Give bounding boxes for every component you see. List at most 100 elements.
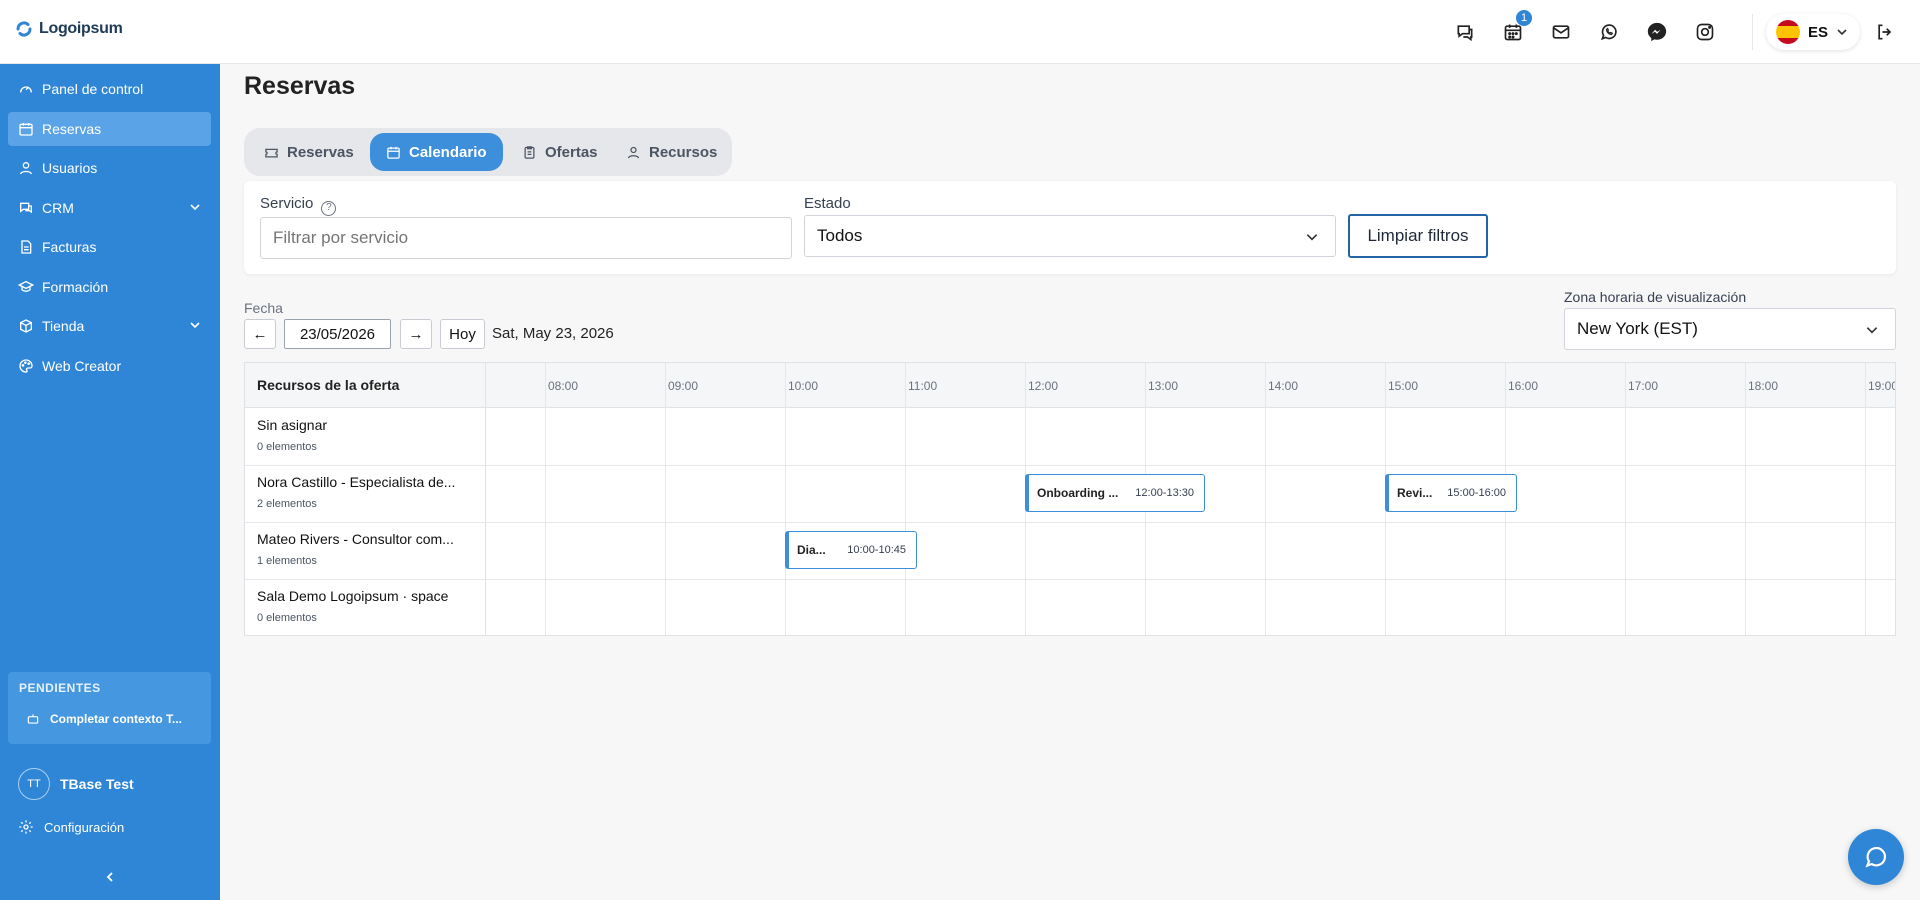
resource-name: Sin asignar [257, 417, 328, 433]
page-title: Reservas [244, 72, 356, 100]
topbar-divider [1752, 14, 1753, 50]
resource-column-divider [485, 363, 486, 635]
logout-icon[interactable] [1872, 19, 1898, 45]
clear-filters-button[interactable]: Limpiar filtros [1348, 214, 1488, 258]
hour-label: 08:00 [548, 379, 579, 393]
event-title: Revi... [1397, 486, 1433, 500]
hour-gridline [665, 363, 666, 635]
tab-calendario[interactable]: Calendario [370, 133, 503, 171]
chevron-left-icon [106, 872, 113, 882]
hour-gridline [1865, 363, 1866, 635]
sidebar-item-crm[interactable]: CRM [8, 191, 211, 225]
language-selector[interactable]: ES [1766, 14, 1860, 50]
sidebar-item-label: Reservas [42, 121, 102, 137]
gear-icon [19, 820, 33, 834]
tab-ofertas[interactable]: Ofertas [506, 133, 614, 171]
status-filter-value: Todos [817, 226, 863, 245]
event-title: Onboarding ... [1037, 486, 1119, 500]
resource-name: Mateo Rivers - Consultor com... [257, 531, 454, 547]
resources-header: Recursos de la oferta [257, 377, 400, 393]
event-time: 15:00-16:00 [1447, 487, 1506, 499]
chevron-down-icon [190, 322, 200, 329]
settings-link[interactable]: Configuración [18, 819, 124, 835]
timezone-select[interactable]: New York (EST) [1564, 308, 1896, 350]
hour-label: 12:00 [1028, 379, 1059, 393]
user-profile[interactable]: TT TBase Test [18, 768, 134, 800]
hour-label: 15:00 [1388, 379, 1419, 393]
resource-count: 0 elementos [257, 612, 317, 624]
user-icon [627, 146, 640, 158]
service-filter-input[interactable] [260, 217, 792, 259]
collapse-sidebar-button[interactable] [104, 870, 116, 888]
hour-label: 14:00 [1268, 379, 1299, 393]
spain-flag-icon [1776, 20, 1800, 44]
mail-icon[interactable] [1548, 19, 1574, 45]
sidebar-item-usuarios[interactable]: Usuarios [8, 151, 211, 185]
pending-panel: PENDIENTES Completar contexto T... [8, 672, 211, 744]
sidebar-item-label: Tienda [42, 318, 85, 334]
sidebar-item-label: Formación [42, 279, 109, 295]
date-display: Sat, May 23, 2026 [492, 325, 614, 342]
user-name: TBase Test [60, 776, 134, 792]
resource-count: 0 elementos [257, 441, 317, 453]
hour-gridline [905, 363, 906, 635]
ticket-icon [265, 148, 278, 157]
booking-event[interactable]: Revi... 15:00-16:00 [1385, 474, 1517, 512]
invoice-icon [21, 240, 32, 254]
booking-event[interactable]: Dia... 10:00-10:45 [785, 531, 917, 569]
status-filter-select[interactable]: Todos [804, 215, 1336, 257]
tab-label: Reservas [287, 143, 354, 161]
tab-recursos[interactable]: Recursos [610, 133, 733, 171]
booking-event[interactable]: Onboarding ... 12:00-13:30 [1025, 474, 1205, 512]
hour-gridline [1625, 363, 1626, 635]
sidebar-item-label: Facturas [42, 239, 97, 255]
today-button[interactable]: Hoy [440, 319, 485, 349]
hour-gridline [785, 363, 786, 635]
chevron-down-icon [1837, 29, 1847, 36]
user-icon [20, 162, 32, 175]
logo-icon [16, 21, 32, 37]
sidebar-item-label: Panel de control [42, 81, 144, 97]
palette-icon [19, 359, 33, 373]
timezone-value: New York (EST) [1577, 319, 1698, 338]
tab-label: Calendario [409, 143, 487, 161]
whatsapp-icon[interactable] [1596, 19, 1622, 45]
hour-label: 13:00 [1148, 379, 1179, 393]
sidebar-item-formacion[interactable]: Formación [8, 270, 211, 304]
tab-reservas[interactable]: Reservas [248, 133, 370, 171]
pending-item[interactable]: Completar contexto T... [26, 712, 182, 726]
help-icon[interactable]: ? [321, 201, 337, 216]
chat-support-button[interactable] [1848, 829, 1904, 885]
messenger-icon[interactable] [1644, 19, 1670, 45]
sidebar: Panel de control Reservas Usuarios CRM F… [0, 64, 220, 900]
pending-item-label: Completar contexto T... [50, 712, 183, 726]
store-icon [20, 319, 32, 333]
hour-label: 09:00 [668, 379, 699, 393]
sidebar-item-panel[interactable]: Panel de control [8, 72, 211, 106]
event-time: 10:00-10:45 [847, 544, 906, 556]
sidebar-item-web-creator[interactable]: Web Creator [8, 349, 211, 383]
chat-icon[interactable] [1452, 19, 1478, 45]
logo[interactable]: Logoipsum [15, 20, 123, 38]
robot-icon [27, 714, 39, 724]
tab-bar: Reservas Calendario Ofertas Recursos [244, 128, 732, 176]
date-input[interactable]: 23/05/2026 [284, 319, 391, 349]
service-label-text: Servicio [260, 195, 314, 212]
calendar-icon[interactable]: 1 [1500, 10, 1532, 45]
service-filter-label: Servicio? [260, 195, 337, 216]
row-divider [245, 579, 1895, 580]
sidebar-item-facturas[interactable]: Facturas [8, 230, 211, 264]
instagram-icon[interactable] [1692, 19, 1718, 45]
calendar-icon [19, 123, 33, 136]
hour-label: 17:00 [1628, 379, 1659, 393]
sidebar-item-tienda[interactable]: Tienda [8, 309, 211, 343]
status-filter-label: Estado [804, 195, 851, 212]
next-day-button[interactable]: → [400, 319, 432, 349]
sidebar-item-reservas[interactable]: Reservas [8, 112, 211, 146]
settings-label: Configuración [44, 819, 125, 835]
chevron-down-icon [190, 204, 200, 211]
graduation-icon [18, 280, 34, 292]
prev-day-button[interactable]: ← [244, 319, 276, 349]
date-label: Fecha [244, 300, 283, 316]
chat-bubble-icon [1865, 846, 1887, 868]
